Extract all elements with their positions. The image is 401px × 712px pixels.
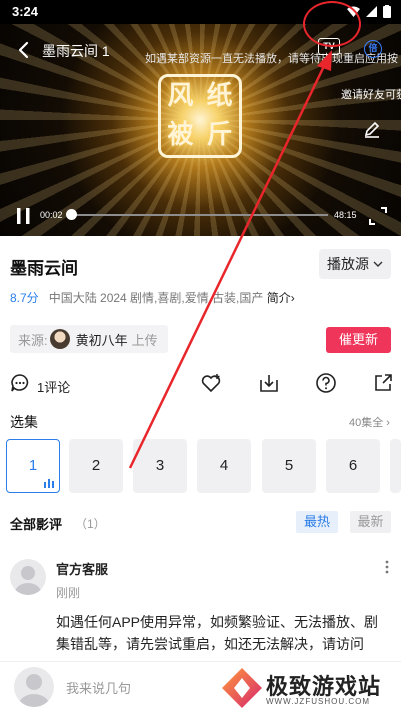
uploader-avatar: [49, 329, 70, 349]
duration: 48:15: [334, 210, 357, 220]
progress-track[interactable]: [70, 214, 328, 216]
source-prefix: 来源:: [18, 332, 48, 348]
comment-count[interactable]: 1评论: [37, 377, 70, 396]
comment-input[interactable]: 我来说几句: [66, 678, 131, 697]
user-placeholder-icon: [14, 566, 42, 595]
pause-icon[interactable]: [14, 207, 34, 225]
uploader-name: 黄初八年: [75, 332, 128, 348]
episode-5[interactable]: 5: [262, 439, 316, 493]
urge-update-button[interactable]: 催更新: [326, 327, 391, 353]
fullscreen-icon[interactable]: [368, 206, 388, 226]
comment-time: 刚刚: [56, 586, 81, 600]
comment-body: 如遇任何APP使用异常，如频繁验证、无法播放、剧集错乱等，请先尝试重启，如还无法…: [56, 614, 379, 652]
tab-new[interactable]: 最新: [350, 511, 391, 533]
speed-button[interactable]: 倍: [364, 40, 382, 58]
channel-logo: 风 纸 被 斤: [158, 74, 242, 158]
reviews-count: （1）: [75, 517, 106, 531]
meta-details: 中国大陆 2024 剧情,喜剧,爱情,古装,国产: [48, 291, 264, 305]
intro-link[interactable]: 简介›: [267, 291, 295, 305]
current-time: 00:02: [40, 210, 63, 220]
episode-partial[interactable]: [390, 439, 401, 493]
notice-marquee: 如遇某部资源一直无法播放，请等待出现重启应用按: [145, 53, 398, 65]
uploader-info[interactable]: 来源: 黄初八年 上传: [10, 325, 168, 353]
episode-4[interactable]: 4: [197, 439, 251, 493]
comment-icon[interactable]: [9, 372, 31, 394]
edit-pencil-icon[interactable]: [362, 119, 382, 139]
upload-suffix: 上传: [131, 332, 158, 348]
signal-icon: [366, 6, 377, 17]
download-icon[interactable]: [258, 372, 280, 394]
commenter-avatar[interactable]: [10, 559, 46, 595]
my-avatar[interactable]: [14, 667, 54, 707]
back-arrow-icon[interactable]: [14, 40, 34, 60]
annotation-circle: [303, 1, 361, 47]
more-vertical-icon[interactable]: [384, 559, 390, 575]
battery-icon: [383, 5, 391, 18]
player-title: 墨雨云间 1: [42, 43, 110, 59]
tab-hot[interactable]: 最热: [296, 511, 338, 533]
source-dropdown-button[interactable]: 播放源: [319, 249, 391, 279]
episode-2[interactable]: 2: [69, 439, 123, 493]
commenter-name[interactable]: 官方客服: [56, 559, 108, 578]
watermark-url: WWW.JZFUSHOU.COM: [266, 697, 370, 706]
status-time: 3:24: [12, 4, 39, 19]
episode-1[interactable]: 1: [6, 439, 60, 493]
episodes-title: 选集: [10, 414, 38, 430]
help-icon[interactable]: [315, 372, 337, 394]
chevron-down-icon: [373, 261, 383, 267]
reviews-title: 全部影评: [10, 517, 63, 532]
episodes-count[interactable]: 40集全 ›: [349, 414, 390, 430]
favorite-heart-icon[interactable]: [200, 372, 222, 394]
playing-bars-icon: [44, 479, 54, 488]
video-meta: 8.7分 中国大陆 2024 剧情,喜剧,爱情,古装,国产 简介›: [10, 289, 295, 306]
episode-3[interactable]: 3: [133, 439, 187, 493]
episode-6[interactable]: 6: [326, 439, 380, 493]
video-player[interactable]: 风 纸 被 斤 墨雨云间 1 如遇某部资源一直无法播放，请等待出现重启应用按 T…: [0, 24, 401, 236]
video-title: 墨雨云间: [10, 259, 78, 278]
share-icon[interactable]: [372, 372, 394, 394]
rating: 8.7分: [10, 291, 39, 305]
invite-text: 邀请好友可获: [341, 89, 401, 101]
progress-knob[interactable]: [66, 209, 78, 220]
source-dropdown-label: 播放源: [327, 256, 369, 272]
user-placeholder-icon: [18, 674, 50, 707]
